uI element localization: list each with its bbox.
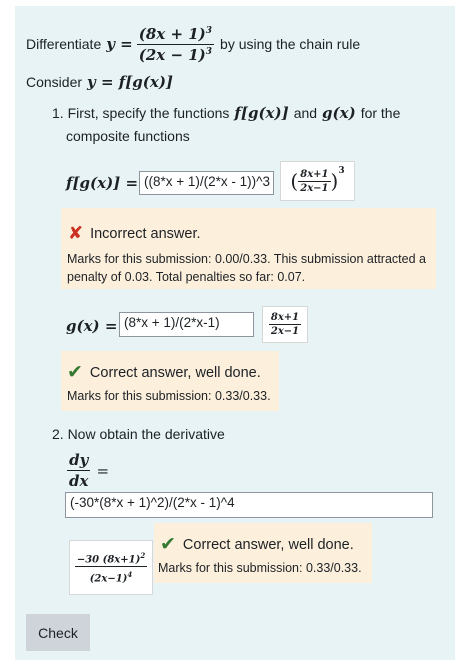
part1-instruction-for: for the xyxy=(360,105,401,121)
derivative-feedback-marks: Marks for this submission: 0.33/0.33. xyxy=(158,561,362,575)
derivative-preview-den-power: 4 xyxy=(127,570,133,579)
derivative-eq: = xyxy=(96,461,110,480)
part1-instruction-f: f[g(x)] xyxy=(234,104,289,122)
f-answer-input[interactable]: ((8*x + 1)/(2*x - 1))^3 xyxy=(139,171,274,195)
derivative-preview-den: (2x−1) xyxy=(89,573,128,585)
part2-instruction: 2. Now obtain the derivative xyxy=(52,426,225,442)
consider-math: y = f[g(x)] xyxy=(87,73,174,91)
g-answer-input[interactable]: (8*x + 1)/(2*x-1) xyxy=(119,312,254,337)
question-y-eq: y = xyxy=(106,35,133,53)
question-statement: Differentiate y = (8x + 1)3 (2x − 1)3 by… xyxy=(26,18,446,70)
f-preview-power: 3 xyxy=(338,166,345,176)
part1-instruction-and: and xyxy=(293,105,318,121)
question-numerator: (8x + 1) xyxy=(138,24,206,43)
question-denominator: (2x − 1) xyxy=(138,45,206,64)
question-denominator-power: 3 xyxy=(205,46,213,57)
question-fraction: (8x + 1)3 (2x − 1)3 xyxy=(136,24,215,64)
part1-instruction: 1. First, specify the functions f[g(x)] … xyxy=(52,102,452,148)
dx-label: dx xyxy=(69,472,89,490)
f-label: f[g(x)] = xyxy=(66,174,139,192)
derivative-feedback-title: Correct answer, well done. xyxy=(182,536,354,553)
part1-instruction-line2: composite functions xyxy=(66,128,190,144)
consider-line: Consider y = f[g(x)] xyxy=(26,72,173,92)
part1-instruction-g: g(x) xyxy=(322,104,356,122)
derivative-label: dy dx = xyxy=(67,451,109,490)
g-feedback-marks: Marks for this submission: 0.33/0.33. xyxy=(67,389,271,403)
question-panel: Differentiate y = (8x + 1)3 (2x − 1)3 by… xyxy=(15,6,455,660)
dy-label: dy xyxy=(67,451,91,471)
g-preview-den: 2x−1 xyxy=(270,326,300,337)
g-preview: 8x+1 2x−1 xyxy=(262,306,308,343)
consider-label: Consider xyxy=(26,74,83,90)
cross-icon: ✘ xyxy=(68,223,84,243)
f-preview-den: 2x−1 xyxy=(300,182,329,194)
derivative-preview-num-power: 2 xyxy=(140,550,146,560)
f-feedback: ✘ Incorrect answer. Marks for this submi… xyxy=(61,208,436,289)
g-label: g(x) = xyxy=(66,317,118,335)
question-intro: Differentiate xyxy=(26,36,102,52)
check-icon: ✔ xyxy=(67,362,83,383)
derivative-preview: −30 (8x+1)2 (2x−1)4 xyxy=(69,540,153,595)
question-suffix: by using the chain rule xyxy=(220,36,361,52)
check-button[interactable]: Check xyxy=(26,614,90,651)
derivative-answer-input[interactable]: (-30*(8*x + 1)^2)/(2*x - 1)^4 xyxy=(65,492,433,518)
g-feedback: ✔ Correct answer, well done. Marks for t… xyxy=(61,351,279,411)
derivative-feedback: ✔ Correct answer, well done. Marks for t… xyxy=(154,523,372,583)
check-icon: ✔ xyxy=(160,534,176,555)
f-feedback-title: Incorrect answer. xyxy=(90,225,201,242)
f-feedback-marks: Marks for this submission: 0.00/0.33. Th… xyxy=(67,252,426,284)
derivative-preview-num: −30 (8x+1) xyxy=(76,554,141,565)
part1-instruction-start: 1. First, specify the functions xyxy=(52,105,230,121)
f-preview: ( 8x+1 2x−1 ) 3 xyxy=(280,161,355,201)
question-numerator-power: 3 xyxy=(205,25,213,36)
g-preview-num: 8x+1 xyxy=(268,312,302,325)
g-feedback-title: Correct answer, well done. xyxy=(89,364,261,381)
f-preview-num: 8x+1 xyxy=(298,168,331,182)
